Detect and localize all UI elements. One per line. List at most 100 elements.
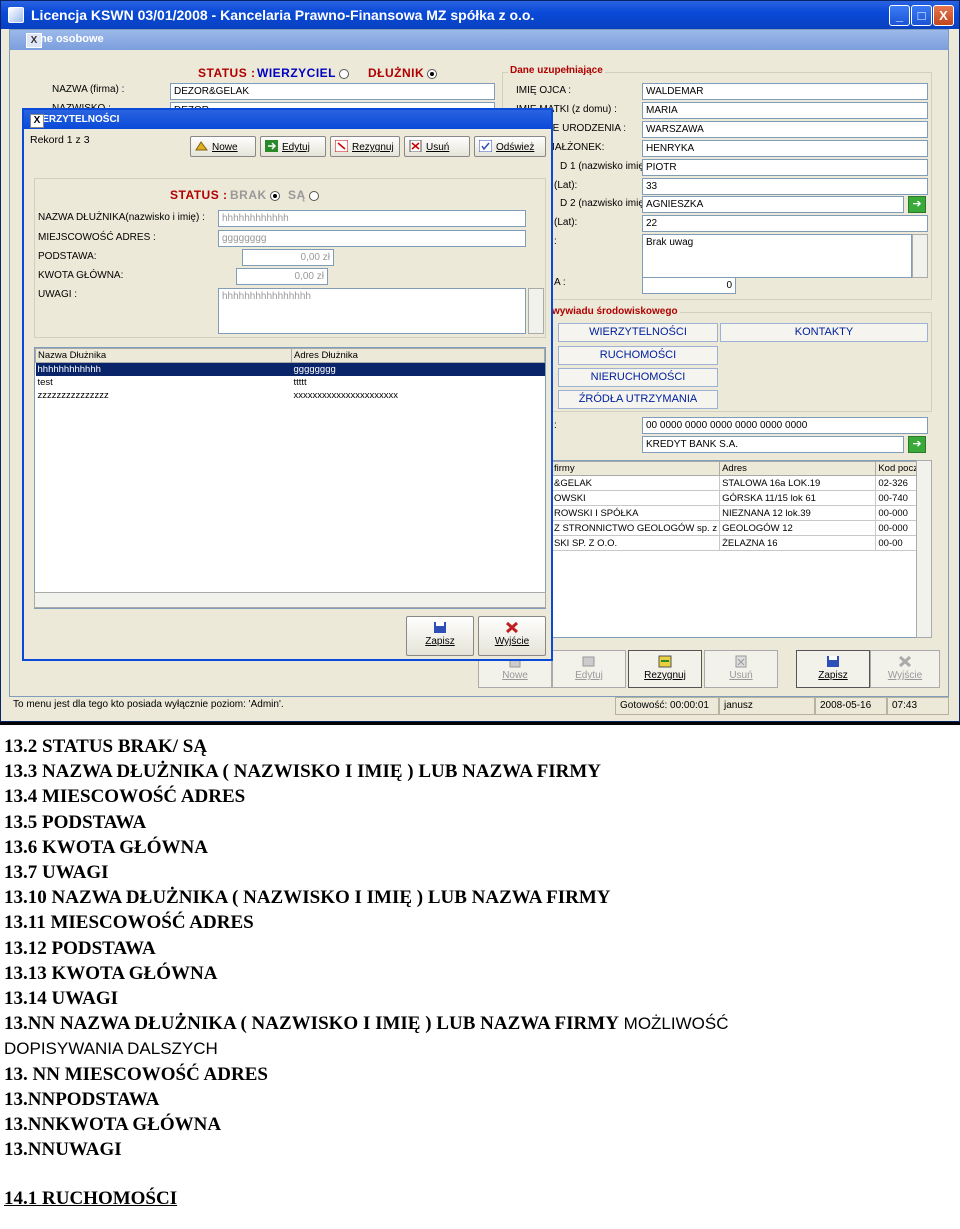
rezygnuj-toolbar-button[interactable]: Rezygnuj (628, 650, 702, 688)
child1-label: D 1 (nazwisko imię): (560, 161, 651, 172)
dialog-edytuj-button[interactable]: Edytuj (260, 136, 326, 157)
dialog-amount-field[interactable]: 0,00 zł (236, 268, 328, 285)
dialog-rezygnuj-button[interactable]: Rezygnuj (330, 136, 400, 157)
app-icon (8, 7, 24, 23)
wyjscie-toolbar-button[interactable]: Wyjście (870, 650, 940, 688)
table-row[interactable]: zzzzzzzzzzzzzzz xxxxxxxxxxxxxxxxxxxxxx (36, 389, 545, 402)
document-line: 13.10 NAZWA DŁUŻNIKA ( NAZWISKO I IMIĘ )… (4, 887, 611, 909)
document-line: 13.NNUWAGI (4, 1139, 122, 1161)
dialog-title-bar[interactable]: WIERZYTELNOŚCI X (24, 110, 551, 129)
dialog-usun-button[interactable]: Usuń (404, 136, 470, 157)
debtors-table-header[interactable]: Adres Dłużnika (291, 348, 545, 363)
table-row[interactable]: test ttttt (36, 376, 545, 389)
table-cell: ROWSKI I SPÓŁKA (551, 505, 721, 521)
nieruchomosci-button[interactable]: NIERUCHOMOŚCI (558, 368, 718, 387)
status-dluznik[interactable]: DŁUŻNIK (368, 66, 438, 80)
lat1-field[interactable]: 33 (642, 178, 928, 195)
dialog-nowe-button[interactable]: Nowe (190, 136, 256, 157)
debtors-table[interactable]: Nazwa Dłużnika Adres Dłużnika hhhhhhhhhhh… (34, 347, 546, 609)
table-row[interactable]: SKI SP. Z O.O. ŻELAZNA 16 00-00 (551, 535, 931, 551)
dialog-notes-scrollbar[interactable] (528, 288, 544, 334)
table-cell: OWSKI (551, 490, 721, 506)
bank-arrow-icon[interactable]: ➔ (908, 436, 926, 453)
persons-table-header[interactable]: firmy (551, 461, 721, 476)
document-line: 13.13 KWOTA GŁÓWNA (4, 962, 218, 984)
cancel-icon (335, 140, 348, 152)
document-line-plain: MOŻLIWOŚĆ (618, 1014, 729, 1034)
name-field[interactable]: DEZOR&GELAK (170, 83, 495, 100)
dialog-status-brak[interactable]: BRAK (230, 188, 280, 202)
notes-scrollbar[interactable] (912, 234, 928, 278)
table-row[interactable]: &GELAK STALOWA 16a LOK.19 02-326 (551, 475, 931, 491)
maximize-button[interactable]: □ (911, 5, 932, 26)
notes-field[interactable]: Brak uwag (642, 234, 912, 278)
edit-arrow-icon (265, 140, 278, 152)
persons-table[interactable]: firmy Adres Kod poczt &GELAK STALOWA 16a LO… (550, 460, 932, 638)
bank-field[interactable]: KREDYT BANK S.A. (642, 436, 904, 453)
birthplace-field[interactable]: WARSZAWA (642, 121, 928, 138)
persons-table-header[interactable]: Adres (719, 461, 877, 476)
document-line: 13.6 KWOTA GŁÓWNA (4, 836, 208, 858)
kontakty-button[interactable]: KONTAKTY (720, 323, 928, 342)
dialog-zapisz-button[interactable]: Zapisz (406, 616, 474, 656)
document-line: 13.NN NAZWA DŁUŻNIKA ( NAZWISKO I IMIĘ )… (4, 1013, 729, 1035)
lat2-field[interactable]: 22 (642, 215, 928, 232)
document-line: 13. NN MIESCOWOŚĆ ADRES (4, 1063, 268, 1085)
dialog-basis-label: PODSTAWA: (38, 251, 97, 262)
document-line: 13.11 MIESCOWOŚĆ ADRES (4, 912, 254, 934)
child1-field[interactable]: PIOTR (642, 159, 928, 176)
dialog-notes-field[interactable]: hhhhhhhhhhhhhhhh (218, 288, 526, 334)
radio-dluznik[interactable] (427, 68, 438, 79)
spouse-field[interactable]: HENRYKA (642, 140, 928, 157)
debtors-table-hscroll[interactable] (34, 592, 546, 608)
radio-brak[interactable] (269, 190, 280, 201)
inner-close-button[interactable]: X (26, 33, 42, 48)
table-cell: STALOWA 16a LOK.19 (719, 475, 877, 491)
minimize-button[interactable]: _ (889, 5, 910, 26)
table-cell: ŻELAZNA 16 (719, 535, 877, 551)
radio-sa[interactable] (308, 190, 319, 201)
table-row[interactable]: OWSKI GÓRSKA 11/15 lok 61 00-740 (551, 490, 931, 506)
zrodla-utrzymania-button[interactable]: ŹRÓDŁA UTRZYMANIA (558, 390, 718, 409)
table-cell: gggggggg (293, 364, 336, 375)
title-bar[interactable]: Licencja KSWN 03/01/2008 - Kancelaria Pr… (1, 1, 959, 29)
status-wierzyciel[interactable]: WIERZYCIEL (257, 66, 349, 80)
dialog-name-field[interactable]: hhhhhhhhhhhh (218, 210, 526, 227)
dialog-name-label: NAZWA DŁUŻNIKA(nazwisko i imię) : (38, 212, 205, 223)
exit-icon (505, 621, 519, 634)
table-cell: Z STRONNICTWO GEOLOGÓW sp. z (551, 520, 721, 536)
inner-title-bar[interactable]: Dane osobowe X (10, 30, 948, 50)
dialog-odswiez-button[interactable]: Odśwież (474, 136, 546, 157)
child2-label: D 2 (nazwisko imię): (560, 198, 651, 209)
dialog-close-button[interactable]: X (30, 114, 44, 128)
save-icon (434, 622, 446, 633)
close-button[interactable]: X (933, 5, 954, 26)
usun-toolbar-button[interactable]: Usuń (704, 650, 778, 688)
father-field[interactable]: WALDEMAR (642, 83, 928, 100)
exit-icon (898, 655, 912, 668)
radio-wierzyciel[interactable] (339, 68, 349, 79)
ruchomosci-button[interactable]: RUCHOMOŚCI (558, 346, 718, 365)
dialog-basis-field[interactable]: 0,00 zł (242, 249, 334, 266)
dialog-wyjscie-button[interactable]: Wyjście (478, 616, 546, 656)
dialog-address-field[interactable]: gggggggg (218, 230, 526, 247)
refresh-icon (479, 140, 492, 152)
debtors-table-header[interactable]: Nazwa Dłużnika (35, 348, 292, 363)
table-cell: GEOLOGÓW 12 (719, 520, 877, 536)
table-row[interactable]: hhhhhhhhhhhh gggggggg (35, 362, 545, 376)
a-label: A : (554, 277, 566, 288)
dialog-amount-label: KWOTA GŁÓWNA: (38, 270, 124, 281)
wierzytelnosci-button[interactable]: WIERZYTELNOŚCI (558, 323, 718, 342)
table-row[interactable]: ROWSKI I SPÓŁKA NIEZNANA 12 lok.39 00-000 (551, 505, 931, 521)
table-row[interactable]: Z STRONNICTWO GEOLOGÓW sp. z GEOLOGÓW 12 0… (551, 520, 931, 536)
zapisz-toolbar-button[interactable]: Zapisz (796, 650, 870, 688)
child2-arrow-icon[interactable]: ➔ (908, 196, 926, 213)
table-cell: zzzzzzzzzzzzzzz (37, 390, 109, 401)
persons-table-scrollbar[interactable] (916, 460, 932, 638)
a-field[interactable]: 0 (642, 277, 736, 294)
edytuj-toolbar-button[interactable]: Edytuj (552, 650, 626, 688)
mother-field[interactable]: MARIA (642, 102, 928, 119)
dialog-status-sa[interactable]: SĄ (288, 188, 319, 202)
account-field[interactable]: 00 0000 0000 0000 0000 0000 0000 (642, 417, 928, 434)
child2-field[interactable]: AGNIESZKA (642, 196, 904, 213)
